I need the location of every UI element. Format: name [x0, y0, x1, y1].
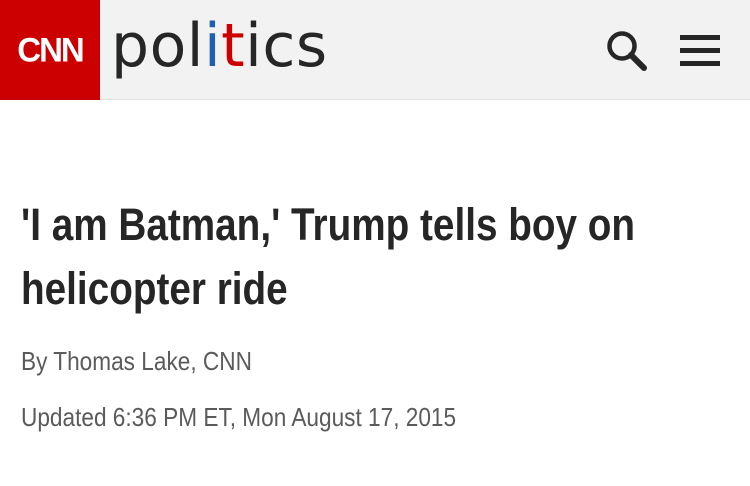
cnn-logo-text: CNN	[17, 30, 84, 69]
section-title-politics[interactable]: politics	[111, 6, 328, 86]
section-title-part-2: i	[203, 11, 222, 81]
hamburger-menu-button[interactable]	[676, 32, 724, 68]
search-button[interactable]	[604, 28, 650, 74]
author-link[interactable]: Thomas Lake, CNN	[53, 346, 252, 376]
article-updated-timestamp: Updated 6:36 PM ET, Mon August 17, 2015	[21, 402, 457, 432]
section-title-part-5: cs	[262, 11, 328, 81]
byline-prefix: By	[21, 346, 54, 376]
top-navigation-bar: CNN politics	[0, 0, 750, 100]
section-title-part-4: i	[245, 11, 263, 81]
search-icon	[607, 31, 647, 71]
cnn-logo[interactable]: CNN	[0, 0, 100, 100]
section-title-part-1: pol	[111, 11, 204, 81]
section-title-part-3: t	[221, 11, 246, 81]
article-headline: 'I am Batman,' Trump tells boy on helico…	[21, 199, 636, 314]
article-byline: By Thomas Lake, CNN	[21, 345, 252, 377]
